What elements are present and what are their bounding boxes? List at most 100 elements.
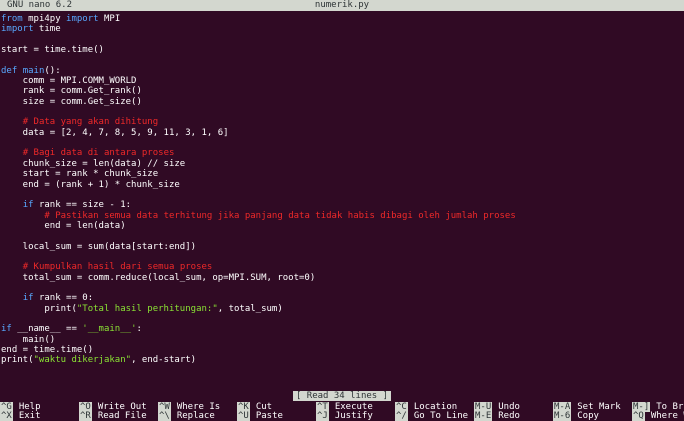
shortcut-label: Go To Line [413,411,469,421]
replace-shortcut[interactable]: ^\ Replace [158,411,215,421]
code-line[interactable] [1,35,684,45]
code-text: comm = MPI.COMM_WORLD [1,76,137,87]
code-text: end = (rank + 1) * chunk_size [1,179,180,190]
editor-area[interactable]: from mpi4py import MPI import time start =… [1,14,684,374]
copy-shortcut[interactable]: M-6 Copy [553,411,599,421]
code-keyword: import [1,24,34,35]
code-comment: # Bagi data di antara proses [22,148,175,159]
where-was-shortcut[interactable]: ^Q Where W [632,411,684,421]
code-keyword: def [1,65,18,76]
code-line[interactable]: if __name__ == '__main__': [1,324,684,334]
code-text: : [136,324,142,335]
code-keyword: if [22,200,34,211]
code-line[interactable]: def main(): [1,66,684,76]
code-text: main() [1,334,56,345]
code-text: __name__ == [11,324,83,335]
code-keyword: main [22,65,45,76]
code-line[interactable]: main() [1,335,684,345]
file-name: numerik.py [314,0,370,10]
code-line[interactable]: # Kumpulkan hasil dari semua proses [1,262,684,272]
code-line[interactable] [1,314,684,324]
code-keyword: if [1,324,12,335]
code-line[interactable]: print("waktu dikerjakan", end-start) [1,355,684,365]
code-text: time [33,24,61,35]
shortcut-key: ^R [79,411,92,421]
code-text: total_sum = comm.reduce(local_sum, op=MP… [1,272,316,283]
shortcut-label: Redo [498,411,520,421]
shortcut-key: ^X [0,411,13,421]
code-text: start = time.time() [1,45,104,56]
code-line[interactable]: rank = comm.Get_rank() [1,86,684,96]
shortcut-key: M-E [474,411,493,421]
code-string: "Total hasil perhitungan:" [76,303,218,314]
code-text: end = len(data) [1,220,126,231]
shortcut-label: Where W [650,411,684,421]
code-line[interactable] [1,107,684,117]
go-to-line-shortcut[interactable]: ^/ Go To Line [395,411,468,421]
code-line[interactable]: start = rank * chunk_size [1,169,684,179]
justify-shortcut[interactable]: ^J Justify [316,411,373,421]
code-line[interactable]: chunk_size = len(data) // size [1,159,684,169]
shortcut-bar: ^G Help ^O Write Out ^W Where Is ^K Cut ^T Execut… [0,402,684,421]
shortcut-key: ^J [316,411,329,421]
code-comment: # Pastikan semua data terhitung jika pan… [44,210,516,221]
code-text: local_sum = sum(data[start:end]) [1,241,197,252]
code-text: mpi4py [22,14,67,24]
code-text: rank == size - 1: [33,200,132,211]
code-line[interactable]: import time [1,24,684,34]
code-line[interactable] [1,252,684,262]
shortcut-label: Exit [18,411,41,421]
code-text: , end-start) [131,355,197,366]
code-line[interactable]: from mpi4py import MPI [1,14,684,24]
code-line[interactable]: end = len(data) [1,221,684,231]
code-line[interactable] [1,283,684,293]
read-file-shortcut[interactable]: ^R Read File [79,411,147,421]
title-bar: GNU nano 6.2 numerik.py [0,0,684,11]
code-line[interactable]: if rank == size - 1: [1,200,684,210]
code-line[interactable]: # Pastikan semua data terhitung jika pan… [1,211,684,221]
redo-shortcut[interactable]: M-E Redo [474,411,520,421]
code-line[interactable]: # Bagi data di antara proses [1,148,684,158]
code-line[interactable]: comm = MPI.COMM_WORLD [1,76,684,86]
code-line[interactable]: local_sum = sum(data[start:end]) [1,242,684,252]
code-line[interactable]: start = time.time() [1,45,684,55]
code-line[interactable] [1,190,684,200]
code-line[interactable]: # Data yang akan dihitung [1,117,684,127]
code-text: rank = comm.Get_rank() [1,86,142,97]
paste-shortcut[interactable]: ^U Paste [237,411,283,421]
code-line[interactable] [1,55,684,65]
code-string: "waktu dikerjakan" [33,355,132,366]
code-text: rank == 0: [33,293,94,304]
exit-shortcut[interactable]: ^X Exit [0,411,41,421]
code-text: end = time.time() [1,345,94,355]
shortcut-label: Copy [577,411,599,421]
code-line[interactable]: data = [2, 4, 7, 8, 5, 9, 11, 3, 1, 6] [1,128,684,138]
code-line[interactable] [1,231,684,241]
code-text: , total_sum) [217,303,283,314]
shortcut-label: Replace [176,411,215,421]
code-text: data = [2, 4, 7, 8, 5, 9, 11, 3, 1, 6] [1,127,229,138]
code-text: print( [1,303,77,314]
code-line[interactable]: end = time.time() [1,345,684,355]
status-message: [ Read 34 lines ] [292,391,392,401]
code-text: size = comm.Get_size() [1,96,142,107]
code-keyword: import [66,14,99,24]
shortcut-label: Read File [97,411,147,421]
shortcut-label: Paste [255,411,283,421]
shortcut-key: ^\ [158,411,171,421]
code-line[interactable]: total_sum = comm.reduce(local_sum, op=MP… [1,273,684,283]
code-line[interactable]: size = comm.Get_size() [1,97,684,107]
status-bar: [ Read 34 lines ] [0,391,684,401]
code-line[interactable]: end = (rank + 1) * chunk_size [1,180,684,190]
code-text: start = rank * chunk_size [1,169,159,180]
code-line[interactable] [1,138,684,148]
code-line[interactable]: if rank == 0: [1,293,684,303]
code-line[interactable]: print("Total hasil perhitungan:", total_… [1,304,684,314]
shortcut-label: Justify [334,411,373,421]
code-keyword: if [22,293,34,304]
